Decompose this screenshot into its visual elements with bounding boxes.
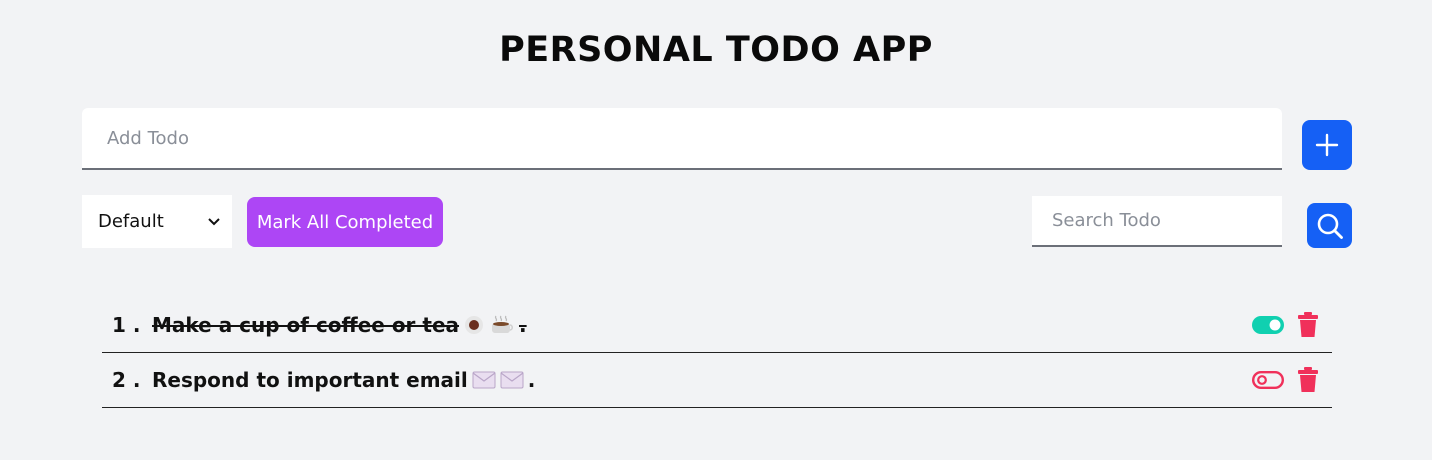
todo-number: 1 . bbox=[112, 313, 141, 337]
todo-suffix: . bbox=[519, 313, 527, 337]
todo-actions bbox=[1252, 353, 1318, 407]
delete-trash-icon[interactable] bbox=[1298, 312, 1318, 338]
todo-number: 2 . bbox=[112, 368, 141, 392]
envelope-icon bbox=[500, 370, 524, 390]
todo-list: 1 . Make a cup of coffee or tea . 2 . Re… bbox=[102, 298, 1332, 408]
mark-all-completed-button[interactable]: Mark All Completed bbox=[247, 197, 443, 247]
plus-icon bbox=[1315, 133, 1339, 157]
search-icon bbox=[1317, 213, 1343, 239]
toggle-complete-off-icon[interactable] bbox=[1252, 370, 1284, 390]
todo-actions bbox=[1252, 298, 1318, 352]
todo-item: 1 . Make a cup of coffee or tea . bbox=[102, 298, 1332, 353]
todo-text-wrapper: Respond to important email . bbox=[152, 368, 535, 392]
coffee-bean-icon bbox=[463, 314, 485, 336]
delete-trash-icon[interactable] bbox=[1298, 367, 1318, 393]
todo-suffix: . bbox=[527, 368, 536, 392]
add-todo-input[interactable] bbox=[82, 108, 1282, 170]
toggle-complete-on-icon[interactable] bbox=[1252, 315, 1284, 335]
chevron-down-icon bbox=[208, 217, 220, 225]
page-title: PERSONAL TODO APP bbox=[499, 30, 933, 70]
hot-beverage-icon bbox=[489, 314, 515, 336]
search-input[interactable] bbox=[1032, 196, 1282, 247]
search-button[interactable] bbox=[1307, 203, 1352, 248]
todo-text: Make a cup of coffee or tea bbox=[152, 313, 460, 337]
envelope-icon bbox=[472, 370, 496, 390]
filter-selected-value: Default bbox=[98, 211, 164, 232]
todo-item: 2 . Respond to important email . bbox=[102, 353, 1332, 408]
filter-select[interactable]: Default bbox=[82, 195, 232, 248]
todo-text-wrapper: Make a cup of coffee or tea . bbox=[152, 313, 527, 337]
todo-text: Respond to important email bbox=[152, 368, 468, 392]
add-todo-button[interactable] bbox=[1302, 120, 1352, 170]
